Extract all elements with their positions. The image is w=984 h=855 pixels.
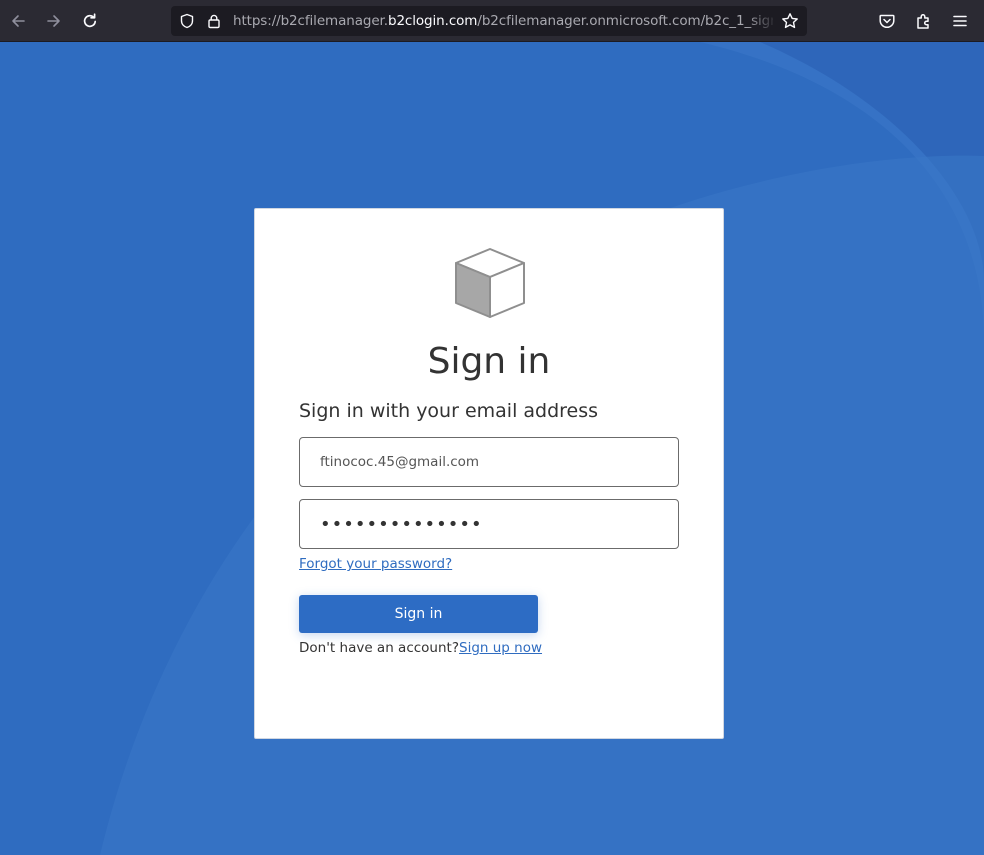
no-account-text: Don't have an account? — [299, 640, 459, 656]
email-field[interactable] — [299, 437, 679, 487]
url-path: /b2cfilemanager.onmicrosoft.com/b2c_1_si… — [477, 13, 773, 29]
app-menu-button[interactable] — [945, 6, 975, 36]
signin-button[interactable]: Sign in — [299, 595, 538, 633]
signin-card: Sign in Sign in with your email address … — [254, 208, 724, 739]
pocket-button[interactable] — [872, 6, 902, 36]
url-host: b2clogin.com — [387, 13, 478, 29]
password-field[interactable] — [299, 499, 679, 549]
signin-subtitle: Sign in with your email address — [299, 400, 599, 422]
url-text[interactable]: https://b2cfilemanager.b2clogin.com/b2cf… — [233, 6, 773, 36]
bookmark-star-icon[interactable] — [781, 12, 799, 30]
url-prefix: https://b2cfilemanager. — [233, 13, 388, 29]
address-bar[interactable]: https://b2cfilemanager.b2clogin.com/b2cf… — [171, 6, 807, 36]
hamburger-menu-icon — [953, 15, 967, 27]
pocket-icon — [879, 14, 895, 29]
page-title: Sign in — [427, 341, 551, 382]
forgot-password-link[interactable]: Forgot your password? — [299, 556, 452, 572]
forward-arrow-icon — [47, 15, 60, 27]
reload-icon — [83, 13, 97, 28]
extensions-icon — [917, 13, 929, 29]
forward-button[interactable] — [39, 6, 69, 36]
signup-link[interactable]: Sign up now — [459, 640, 542, 656]
shield-icon[interactable] — [179, 13, 195, 29]
back-arrow-icon — [12, 15, 25, 27]
page-background: Sign in Sign in with your email address … — [0, 42, 984, 855]
cube-logo-icon — [455, 248, 525, 318]
lock-icon[interactable] — [206, 13, 222, 29]
url-fade — [747, 6, 777, 36]
browser-toolbar: https://b2cfilemanager.b2clogin.com/b2cf… — [0, 0, 984, 42]
extensions-button[interactable] — [909, 6, 939, 36]
back-button[interactable] — [3, 6, 33, 36]
browser-window: https://b2cfilemanager.b2clogin.com/b2cf… — [0, 0, 984, 855]
reload-button[interactable] — [75, 6, 105, 36]
